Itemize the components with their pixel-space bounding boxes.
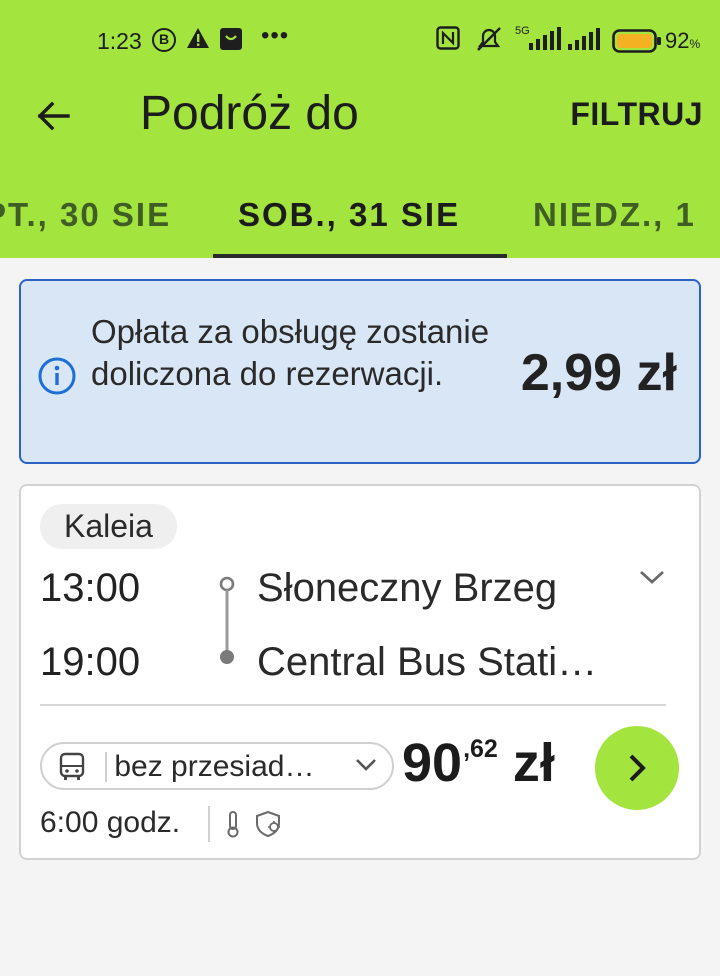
- departure-stop: Słoneczny Brzeg: [257, 566, 558, 610]
- operator-badge: Kaleia: [40, 504, 177, 549]
- signal-5g-icon: 5G: [513, 24, 563, 58]
- arrival-time: 19:00: [40, 640, 141, 684]
- trip-card[interactable]: Kaleia 13:00 19:00 Słoneczny Brzeg Centr…: [19, 484, 701, 860]
- connection-type-selector[interactable]: bez przesiad…: [40, 742, 394, 790]
- more-notifications-icon: •••: [261, 22, 290, 49]
- route-line-icon: [216, 576, 238, 673]
- notification-b-icon: B: [152, 28, 176, 52]
- departure-time: 13:00: [40, 566, 141, 610]
- info-icon: [37, 356, 77, 401]
- nfc-icon: [436, 26, 460, 56]
- thermometer-icon: [225, 810, 241, 843]
- battery-percent: 92%: [665, 28, 701, 53]
- card-divider: [40, 704, 666, 706]
- top-bar: 1:23 B ••• 5G 92% Podróż do FILTRUJ PT.,…: [0, 0, 720, 258]
- active-tab-indicator: [213, 254, 507, 258]
- app-bar: Podróż do FILTRUJ: [0, 80, 720, 156]
- status-bar: 1:23 B ••• 5G 92%: [0, 22, 720, 60]
- status-time: 1:23: [97, 28, 142, 54]
- shopping-bag-icon: [219, 27, 243, 57]
- duration-separator: [208, 806, 210, 842]
- select-trip-button[interactable]: [595, 726, 679, 810]
- warning-icon: [186, 27, 210, 55]
- chevron-right-icon: [629, 754, 646, 782]
- date-tabs: PT., 30 SIE SOB., 31 SIE NIEDZ., 1: [0, 190, 720, 258]
- tab-selected-date[interactable]: SOB., 31 SIE: [238, 196, 460, 234]
- svg-text:5G: 5G: [515, 25, 530, 37]
- chevron-down-icon: [354, 756, 378, 779]
- back-arrow-icon[interactable]: [34, 96, 74, 136]
- chevron-down-icon[interactable]: [637, 566, 667, 593]
- battery-icon: [612, 29, 662, 59]
- trip-price: 90,62 zł: [402, 733, 555, 793]
- mute-icon: [474, 26, 504, 58]
- bus-icon: [58, 752, 86, 787]
- tab-previous-date[interactable]: PT., 30 SIE: [0, 196, 171, 234]
- page-title: Podróż do: [140, 87, 359, 140]
- arrival-stop: Central Bus Stati…: [257, 640, 598, 684]
- filter-button[interactable]: FILTRUJ: [570, 96, 703, 133]
- connection-type-label: bez przesiad…: [114, 750, 315, 783]
- tab-next-date[interactable]: NIEDZ., 1: [533, 196, 696, 234]
- virus-shield-icon: [255, 810, 285, 843]
- service-fee-amount: 2,99 zł: [520, 344, 677, 402]
- notice-text: Opłata za obsługę zostanie doliczona do …: [91, 313, 490, 392]
- signal-icon: [566, 26, 604, 58]
- service-fee-notice: Opłata za obsługę zostanie doliczona do …: [19, 279, 701, 464]
- trip-duration: 6:00 godz.: [40, 806, 181, 839]
